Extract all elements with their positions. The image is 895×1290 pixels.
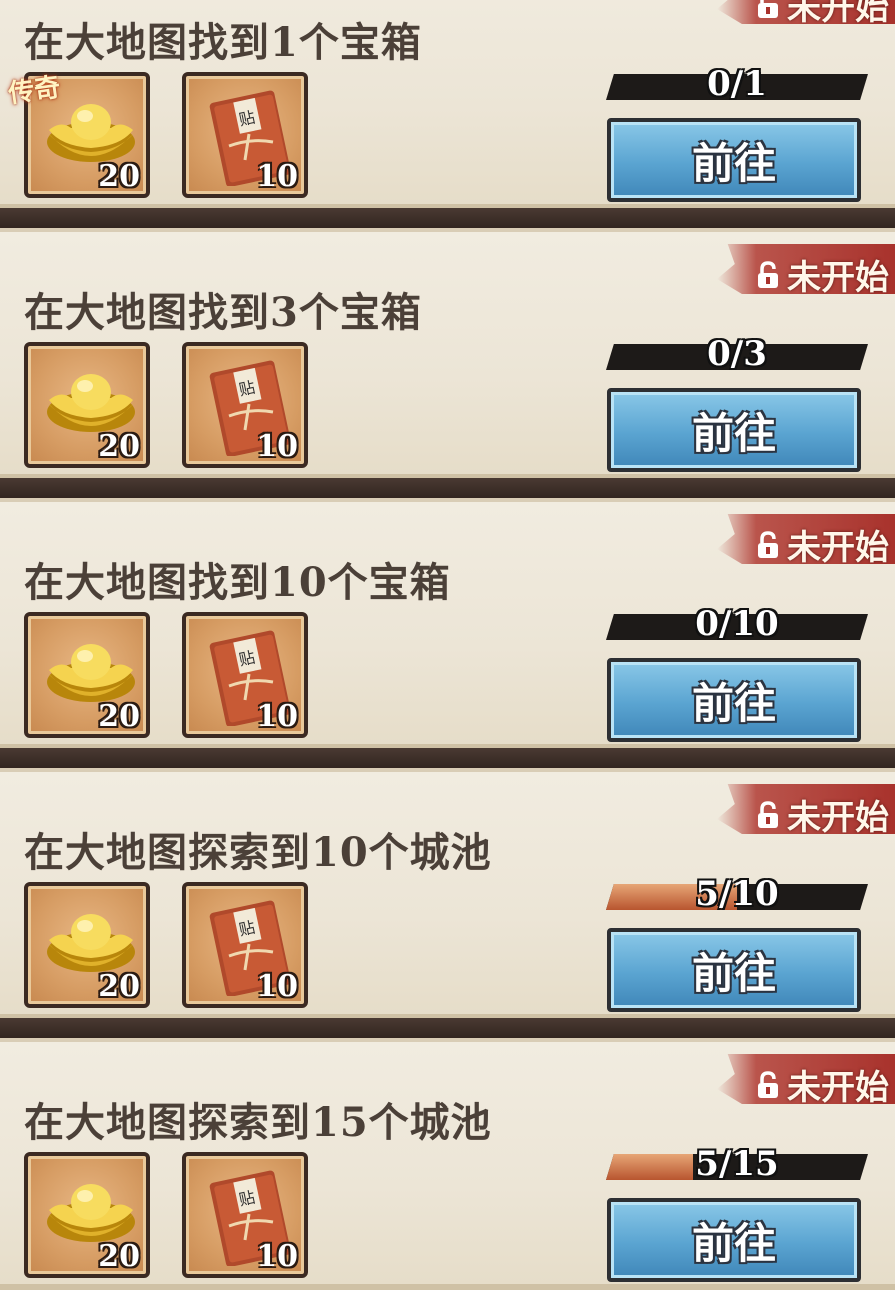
reward-slot[interactable]: 20 xyxy=(24,342,150,468)
status-badge: 未开始 xyxy=(717,784,895,834)
task-title: 在大地图找到3个宝箱 xyxy=(24,289,422,336)
task-card: 在大地图找到1个宝箱 未开始 20 贴 10 传奇 0/1 前往 xyxy=(0,0,895,210)
legend-badge: 传奇 xyxy=(6,72,63,110)
go-button[interactable]: 前往 xyxy=(607,928,861,1012)
task-card: 在大地图探索到15个城池 未开始 20 贴 10 5/15 前往 xyxy=(0,1038,895,1290)
gold-ingot-icon xyxy=(47,914,135,972)
card-divider xyxy=(0,1018,895,1040)
reward-quantity: 20 xyxy=(98,159,140,194)
lock-icon xyxy=(758,1070,778,1098)
go-button[interactable]: 前往 xyxy=(607,118,861,202)
task-title: 在大地图探索到15个城池 xyxy=(24,1099,492,1146)
task-title: 在大地图找到10个宝箱 xyxy=(24,559,451,606)
reward-slot[interactable]: 贴 10 xyxy=(182,72,308,198)
reward-slot[interactable]: 20 xyxy=(24,1152,150,1278)
reward-quantity: 10 xyxy=(256,159,298,194)
status-badge: 未开始 xyxy=(717,1054,895,1104)
card-divider xyxy=(0,478,895,500)
progress-text: 0/10 xyxy=(695,604,779,644)
reward-quantity: 20 xyxy=(98,699,140,734)
reward-quantity: 20 xyxy=(98,969,140,1004)
lock-icon xyxy=(758,800,778,828)
gold-ingot-icon xyxy=(47,644,135,702)
reward-quantity: 10 xyxy=(256,699,298,734)
lock-icon xyxy=(758,0,778,18)
reward-slot[interactable]: 贴 10 xyxy=(182,342,308,468)
progress-text: 0/3 xyxy=(707,334,767,374)
task-card: 在大地图找到3个宝箱 未开始 20 贴 10 0/3 前往 xyxy=(0,228,895,480)
status-label: 未开始 xyxy=(787,258,889,298)
status-label: 未开始 xyxy=(787,528,889,568)
card-divider xyxy=(0,748,895,770)
status-label: 未开始 xyxy=(787,798,889,838)
progress-text: 5/10 xyxy=(695,874,779,914)
reward-slot[interactable]: 贴 10 xyxy=(182,1152,308,1278)
card-divider xyxy=(0,208,895,230)
go-button[interactable]: 前往 xyxy=(607,1198,861,1282)
task-card: 在大地图找到10个宝箱 未开始 20 贴 10 0/10 前往 xyxy=(0,498,895,750)
go-button[interactable]: 前往 xyxy=(607,388,861,472)
reward-quantity: 20 xyxy=(98,1239,140,1274)
lock-icon xyxy=(758,530,778,558)
progress-text: 0/1 xyxy=(707,64,767,104)
reward-quantity: 20 xyxy=(98,429,140,464)
reward-slot[interactable]: 贴 10 xyxy=(182,882,308,1008)
status-badge: 未开始 xyxy=(717,244,895,294)
go-button[interactable]: 前往 xyxy=(607,658,861,742)
reward-quantity: 10 xyxy=(256,1239,298,1274)
status-badge: 未开始 xyxy=(717,0,895,24)
reward-quantity: 10 xyxy=(256,969,298,1004)
task-title: 在大地图找到1个宝箱 xyxy=(24,19,422,66)
status-label: 未开始 xyxy=(787,1068,889,1108)
gold-ingot-icon xyxy=(47,374,135,432)
task-card: 在大地图探索到10个城池 未开始 20 贴 10 5/10 前往 xyxy=(0,768,895,1020)
task-title: 在大地图探索到10个城池 xyxy=(24,829,492,876)
reward-quantity: 10 xyxy=(256,429,298,464)
progress-text: 5/15 xyxy=(695,1144,779,1184)
status-badge: 未开始 xyxy=(717,514,895,564)
reward-slot[interactable]: 20 xyxy=(24,612,150,738)
reward-slot[interactable]: 贴 10 xyxy=(182,612,308,738)
reward-slot[interactable]: 20 xyxy=(24,882,150,1008)
gold-ingot-icon xyxy=(47,1184,135,1242)
status-label: 未开始 xyxy=(787,0,889,28)
lock-icon xyxy=(758,260,778,288)
